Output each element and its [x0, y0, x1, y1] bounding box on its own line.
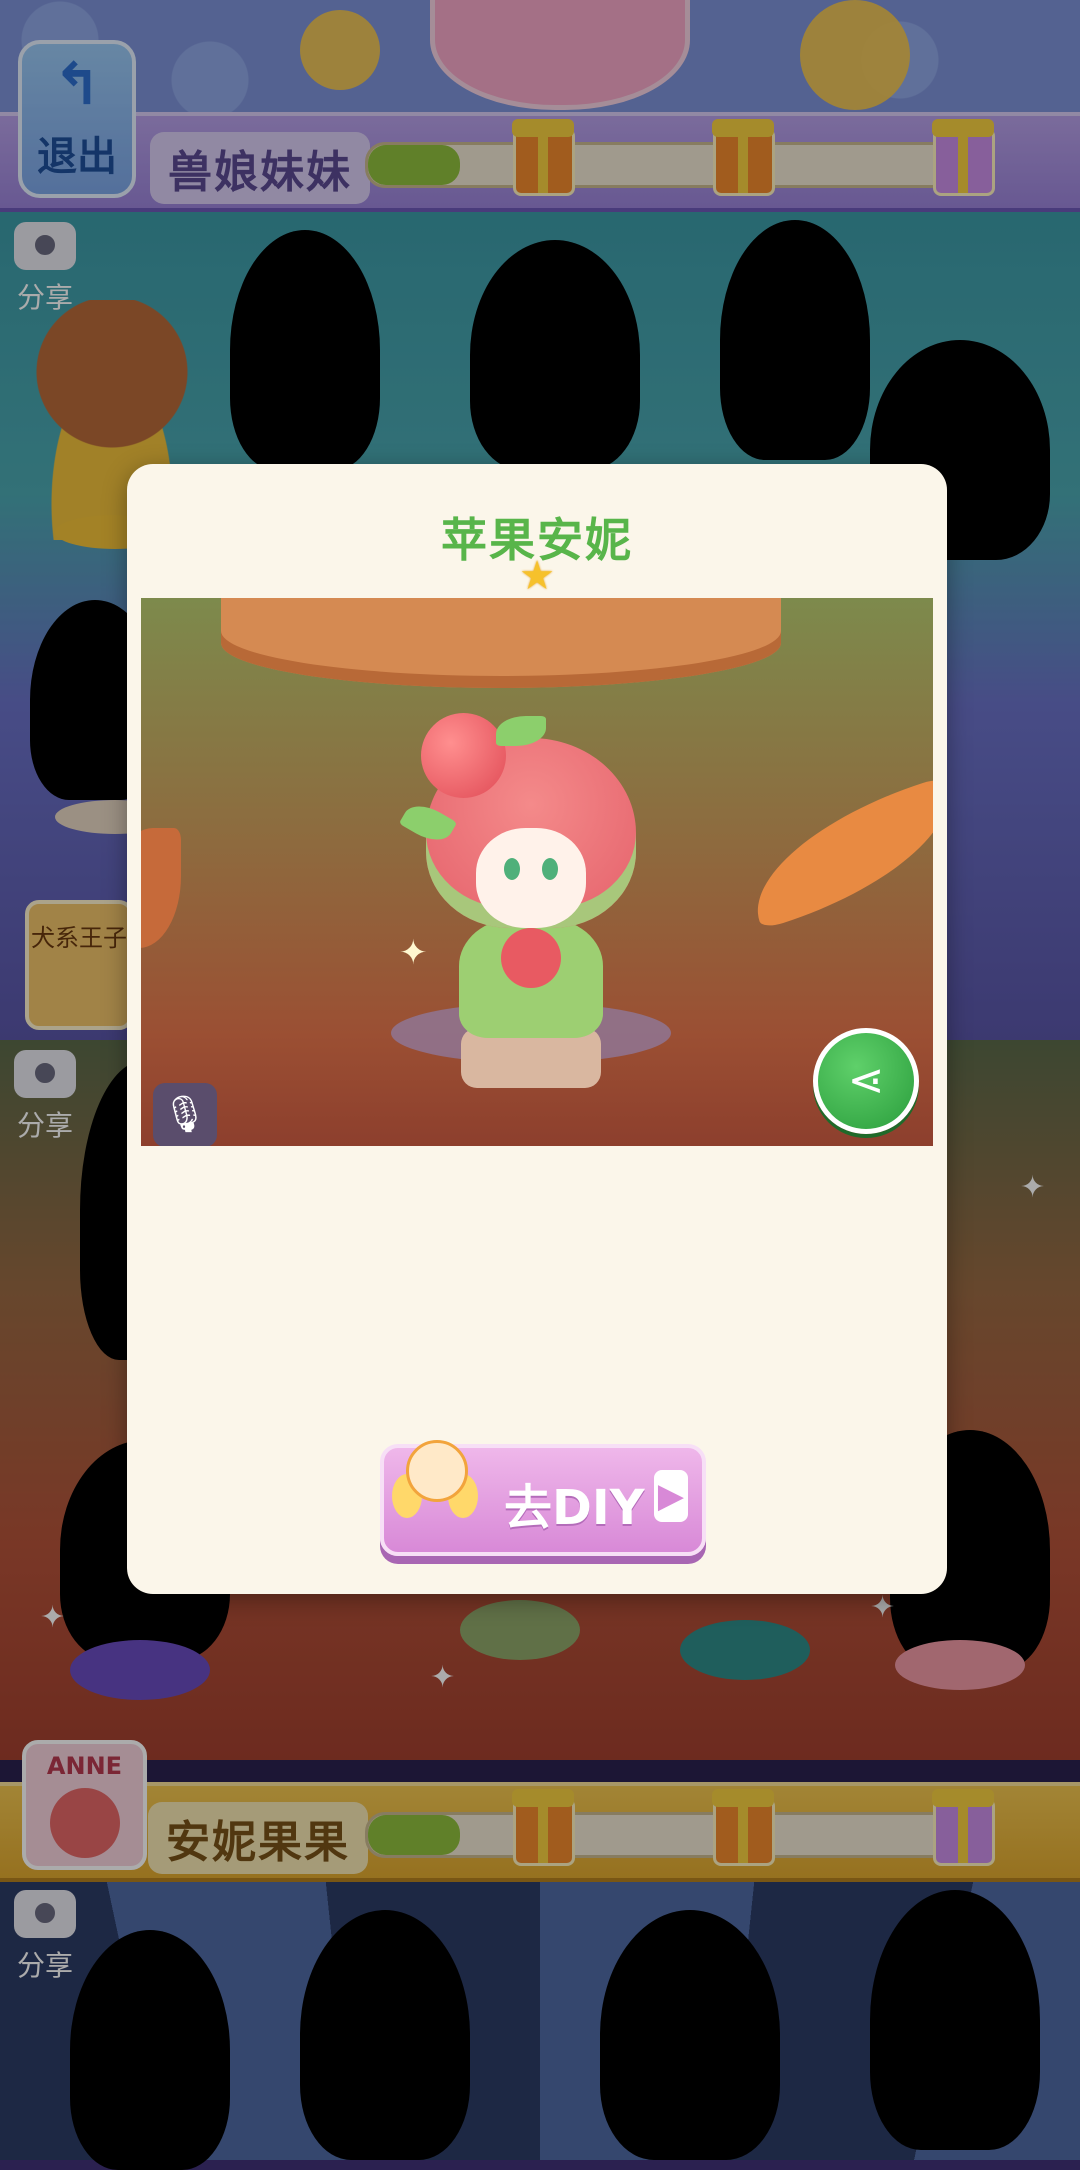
character-eye — [504, 858, 520, 880]
apple-icon — [421, 713, 506, 798]
leaf-decoration — [734, 776, 933, 930]
share-button[interactable]: ⋖ — [813, 1028, 919, 1134]
sparkle-icon: ✦ — [399, 933, 428, 973]
bee-mascot-icon — [392, 1434, 478, 1546]
play-arrow-icon: ▶ — [654, 1470, 688, 1522]
leaf-decoration — [141, 828, 181, 948]
go-diy-button[interactable]: 去DIY ▶ — [380, 1440, 706, 1556]
character-eye — [542, 858, 558, 880]
microphone-icon: 🎙 — [162, 1094, 208, 1135]
microphone-button[interactable]: 🎙 — [153, 1083, 217, 1146]
character-preview: ✦ 🎙 ⋖ — [141, 598, 933, 1146]
star-icon: ★ — [519, 553, 555, 599]
mascot-head — [406, 1440, 468, 1502]
character-detail-modal: 苹果安妮 ★ ✦ 🎙 ⋖ 去DIY ▶ — [127, 464, 947, 1594]
character-face — [476, 828, 586, 928]
character-body — [459, 918, 603, 1038]
diy-button-label: 去DIY — [504, 1480, 645, 1536]
share-icon: ⋖ — [847, 1055, 885, 1106]
cloud-decoration — [221, 598, 781, 688]
